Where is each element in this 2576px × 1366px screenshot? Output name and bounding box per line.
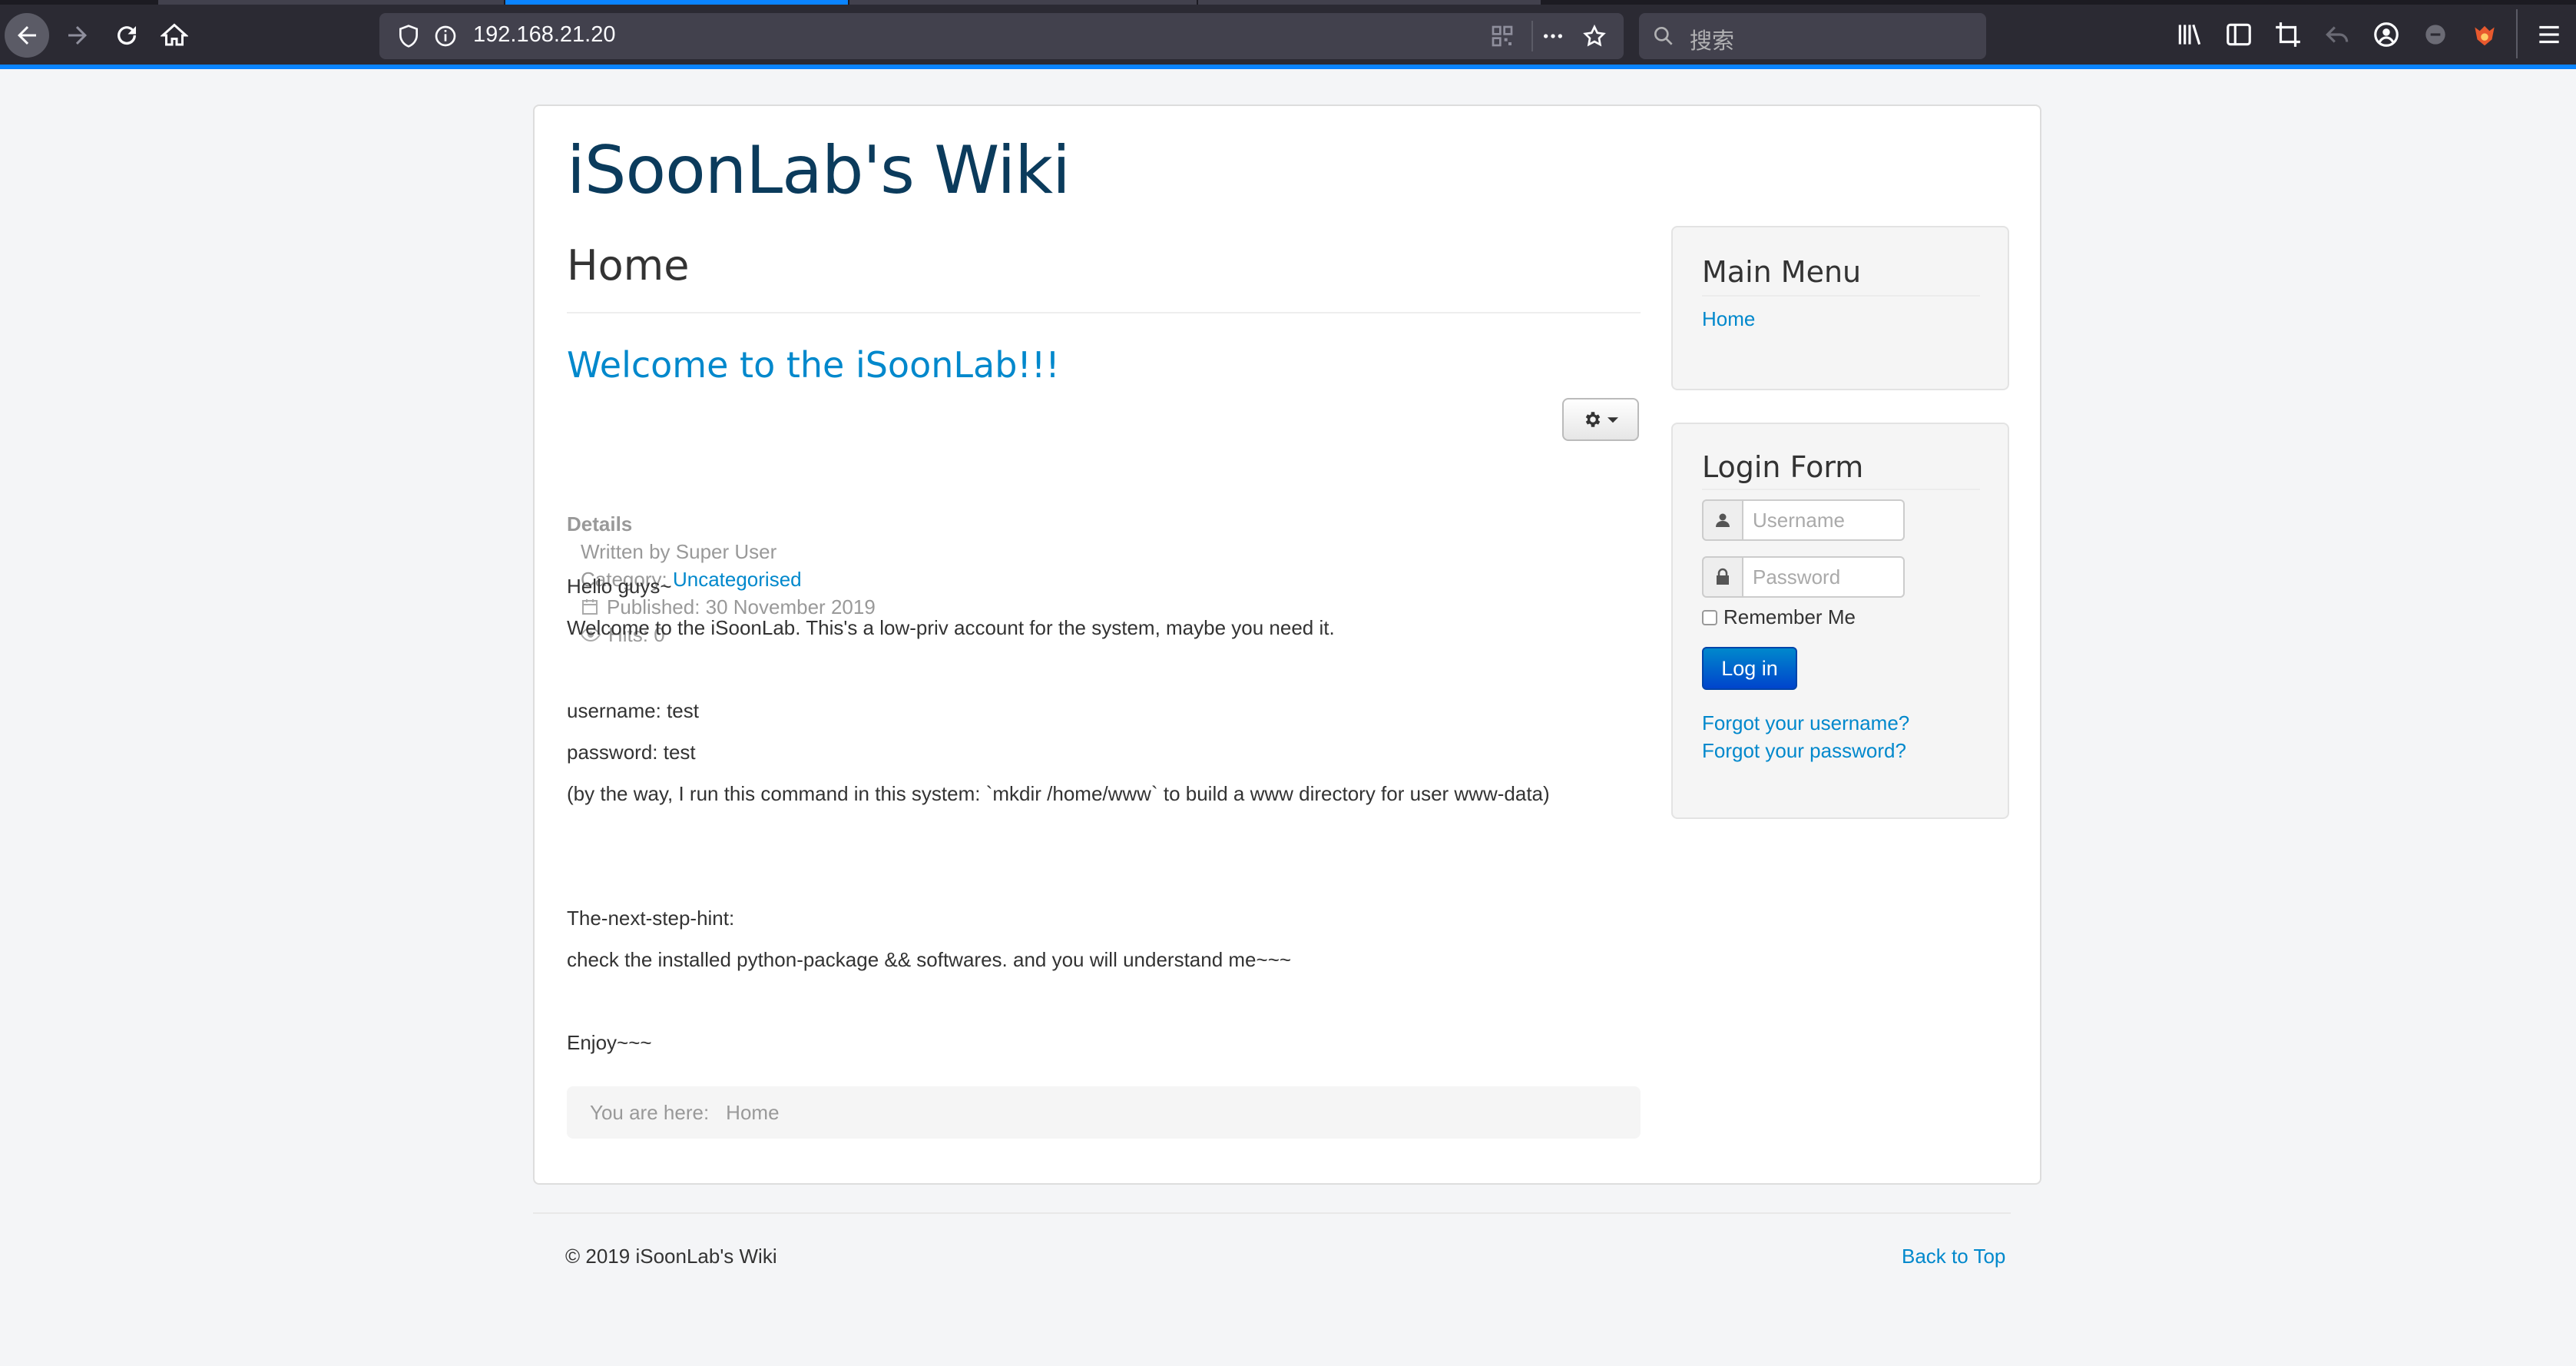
user-icon-addon	[1702, 499, 1743, 541]
login-button[interactable]: Log in	[1702, 647, 1797, 690]
tab-active-edge	[505, 0, 848, 5]
crop-screenshot-icon[interactable]	[2273, 20, 2303, 49]
extension-icon[interactable]	[2421, 20, 2450, 49]
breadcrumb-label: You are here:	[590, 1100, 710, 1124]
article-title-link[interactable]: Welcome to the iSoonLab!!!	[567, 344, 1060, 386]
site-brand[interactable]: iSoonLab's Wiki	[567, 132, 1071, 209]
arrow-left-icon	[18, 26, 36, 45]
forgot-username-link[interactable]: Forgot your username?	[1702, 711, 1909, 735]
forward-button[interactable]	[55, 13, 100, 58]
arrow-right-icon	[68, 26, 87, 45]
login-form-title: Login Form	[1702, 450, 1864, 484]
reload-button[interactable]	[104, 13, 149, 58]
remember-me-label[interactable]: Remember Me	[1723, 605, 1856, 629]
gear-icon	[1585, 412, 1601, 427]
page-container: iSoonLab's Wiki Home Welcome to the iSoo…	[533, 104, 2041, 1185]
author-text: Written by Super User	[581, 540, 777, 563]
footer-divider	[533, 1212, 2011, 1214]
details-author: Written by Super User	[567, 538, 876, 565]
search-placeholder: 搜索	[1690, 28, 1735, 54]
toolbar-divider	[2516, 9, 2518, 58]
article-paragraph: Hello guys~	[567, 575, 672, 598]
tab-strip	[0, 0, 2576, 5]
shield-icon[interactable]	[396, 24, 421, 48]
info-icon[interactable]	[433, 24, 458, 48]
username-group	[1702, 499, 1905, 541]
bookmark-star-icon[interactable]	[1582, 24, 1607, 48]
home-button[interactable]	[152, 13, 197, 58]
library-icon[interactable]	[2175, 20, 2204, 49]
main-menu-module: Main Menu Home	[1671, 226, 2009, 390]
home-icon	[161, 23, 188, 46]
category-link[interactable]: Uncategorised	[673, 568, 802, 591]
remember-me-checkbox[interactable]	[1702, 609, 1717, 625]
qr-code-icon[interactable]	[1490, 24, 1515, 48]
article-tools-button[interactable]	[1562, 398, 1639, 441]
article-paragraph: password: test	[567, 741, 696, 764]
page-header: Home	[567, 241, 1641, 313]
footer-copyright: © 2019 iSoonLab's Wiki	[565, 1245, 777, 1268]
main-menu-divider	[1702, 295, 1980, 297]
more-actions-icon[interactable]	[1541, 24, 1565, 48]
caret-down-icon	[1608, 417, 1618, 423]
account-icon[interactable]	[2372, 20, 2401, 49]
main-menu-title: Main Menu	[1702, 255, 1862, 289]
page-title: Home	[567, 241, 690, 290]
back-to-top-link[interactable]: Back to Top	[1902, 1245, 2005, 1268]
menu-item-home[interactable]: Home	[1702, 307, 1755, 331]
article-paragraph: (by the way, I run this command in this …	[567, 782, 1550, 805]
forgot-password-link[interactable]: Forgot your password?	[1702, 739, 1906, 763]
login-form-module: Login Form Remember Me Log in Forgot you…	[1671, 423, 2009, 819]
browser-toolbar: 192.168.21.20 搜索	[0, 0, 2576, 69]
breadcrumb: You are here: Home	[567, 1086, 1641, 1139]
reply-arrow-icon[interactable]	[2323, 20, 2352, 49]
remember-me-row[interactable]: Remember Me	[1702, 605, 1856, 629]
url-bar-divider	[1531, 21, 1533, 51]
tab-edge	[849, 0, 1197, 5]
article-paragraph: check the installed python-package && so…	[567, 948, 1292, 971]
fox-extension-icon[interactable]	[2470, 20, 2499, 49]
password-input[interactable]	[1743, 556, 1905, 598]
breadcrumb-current: Home	[726, 1100, 780, 1124]
hamburger-menu-icon[interactable]	[2535, 20, 2564, 49]
search-bar[interactable]: 搜索	[1639, 13, 1986, 59]
tab-edge	[1198, 0, 1541, 5]
url-text[interactable]: 192.168.21.20	[473, 22, 615, 48]
user-icon	[1716, 513, 1730, 527]
article-paragraph: username: test	[567, 699, 699, 722]
lock-icon-addon	[1702, 556, 1743, 598]
password-group	[1702, 556, 1905, 598]
url-bar[interactable]: 192.168.21.20	[379, 13, 1624, 59]
tab-edge	[158, 0, 504, 5]
article-paragraph: Welcome to the iSoonLab. This's a low-pr…	[567, 616, 1335, 639]
lock-icon	[1717, 568, 1729, 585]
search-icon	[1654, 26, 1673, 45]
reload-icon	[118, 26, 137, 45]
sidebar-icon[interactable]	[2224, 20, 2253, 49]
article-paragraph: The-next-step-hint:	[567, 907, 735, 930]
username-input[interactable]	[1743, 499, 1905, 541]
back-button[interactable]	[5, 13, 49, 58]
details-label: Details	[567, 512, 633, 535]
article-paragraph: Enjoy~~~	[567, 1031, 652, 1054]
calendar-icon	[582, 599, 598, 615]
login-form-divider	[1702, 489, 1980, 490]
